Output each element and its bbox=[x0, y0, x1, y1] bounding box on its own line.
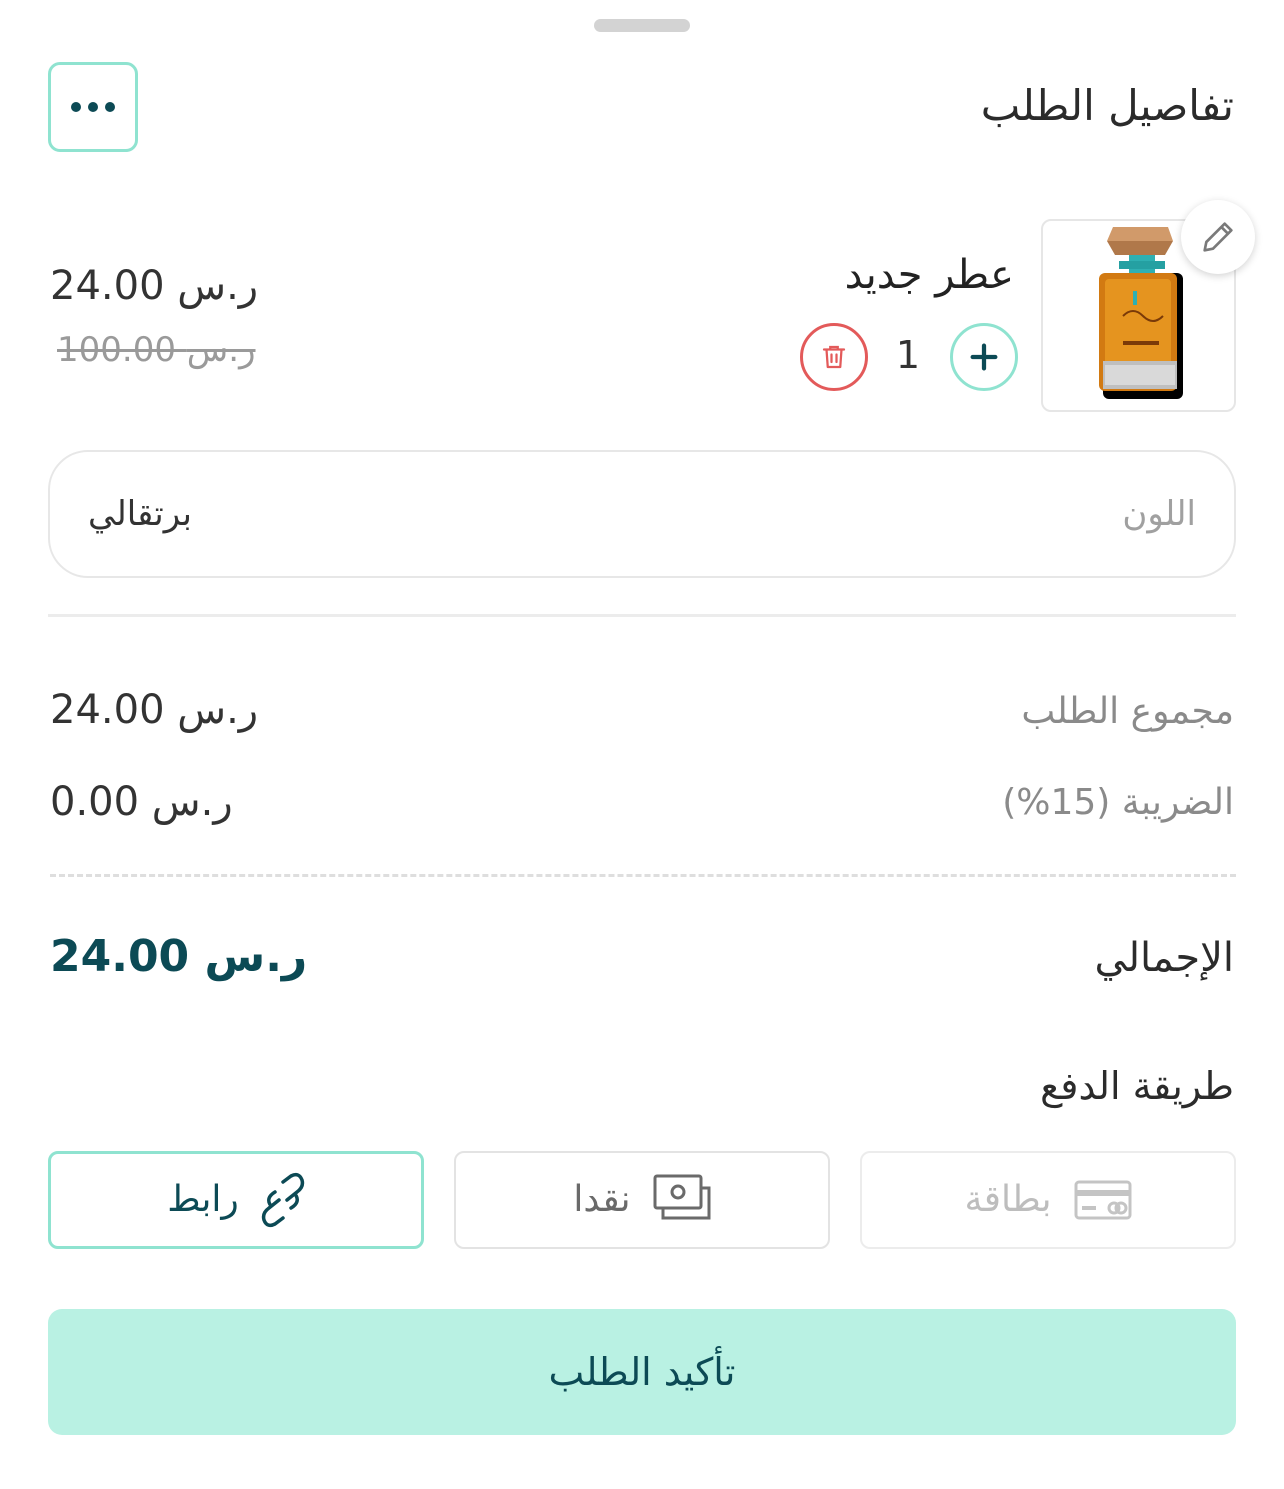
order-details-sheet: تفاصيل الطلب عطر جديد 1 24.00 ر.س 100.00… bbox=[0, 0, 1284, 1489]
delete-item-button[interactable] bbox=[800, 323, 868, 391]
plus-icon bbox=[970, 343, 998, 371]
credit-card-icon bbox=[1074, 1180, 1132, 1220]
subtotal-value: 24.00 ر.س bbox=[50, 687, 259, 733]
more-dots-icon-dot bbox=[105, 102, 115, 112]
sheet-title: تفاصيل الطلب bbox=[980, 81, 1234, 130]
section-divider bbox=[48, 614, 1236, 617]
color-value: برتقالي bbox=[88, 494, 192, 534]
total-value: 24.00 ر.س bbox=[50, 931, 308, 982]
pencil-icon bbox=[1203, 222, 1233, 252]
payment-option-link[interactable]: رابط bbox=[48, 1151, 424, 1249]
total-label: الإجمالي bbox=[1094, 935, 1235, 981]
more-options-button[interactable] bbox=[48, 62, 138, 152]
color-label: اللون bbox=[1122, 494, 1196, 534]
quantity-value: 1 bbox=[895, 333, 921, 377]
product-price: 24.00 ر.س bbox=[50, 263, 259, 309]
trash-icon bbox=[822, 345, 846, 369]
payment-option-link-label: رابط bbox=[167, 1179, 239, 1220]
link-icon bbox=[261, 1172, 304, 1228]
tax-label: الضريبة (15%) bbox=[1002, 782, 1234, 823]
more-dots-icon bbox=[71, 102, 81, 112]
product-original-price: 100.00 ر.س bbox=[57, 330, 256, 370]
edit-product-button[interactable] bbox=[1181, 200, 1255, 274]
tax-value: 0.00 ر.س bbox=[50, 779, 233, 825]
subtotal-label: مجموع الطلب bbox=[1021, 691, 1234, 732]
increase-quantity-button[interactable] bbox=[950, 323, 1018, 391]
cash-icon bbox=[653, 1174, 711, 1220]
confirm-order-button[interactable]: تأكيد الطلب bbox=[48, 1309, 1236, 1435]
confirm-order-label: تأكيد الطلب bbox=[548, 1350, 736, 1394]
drag-handle[interactable] bbox=[594, 19, 690, 32]
payment-method-title: طريقة الدفع bbox=[1040, 1064, 1234, 1108]
color-selector[interactable]: اللون برتقالي bbox=[48, 450, 1236, 578]
payment-option-cash[interactable]: نقدا bbox=[454, 1151, 830, 1249]
payment-option-card[interactable]: بطاقة bbox=[860, 1151, 1236, 1249]
more-dots-icon-dot bbox=[88, 102, 98, 112]
product-name: عطر جديد bbox=[844, 252, 1014, 298]
payment-option-card-label: بطاقة bbox=[964, 1179, 1052, 1220]
payment-option-cash-label: نقدا bbox=[573, 1179, 631, 1220]
dashed-divider bbox=[50, 874, 1236, 877]
